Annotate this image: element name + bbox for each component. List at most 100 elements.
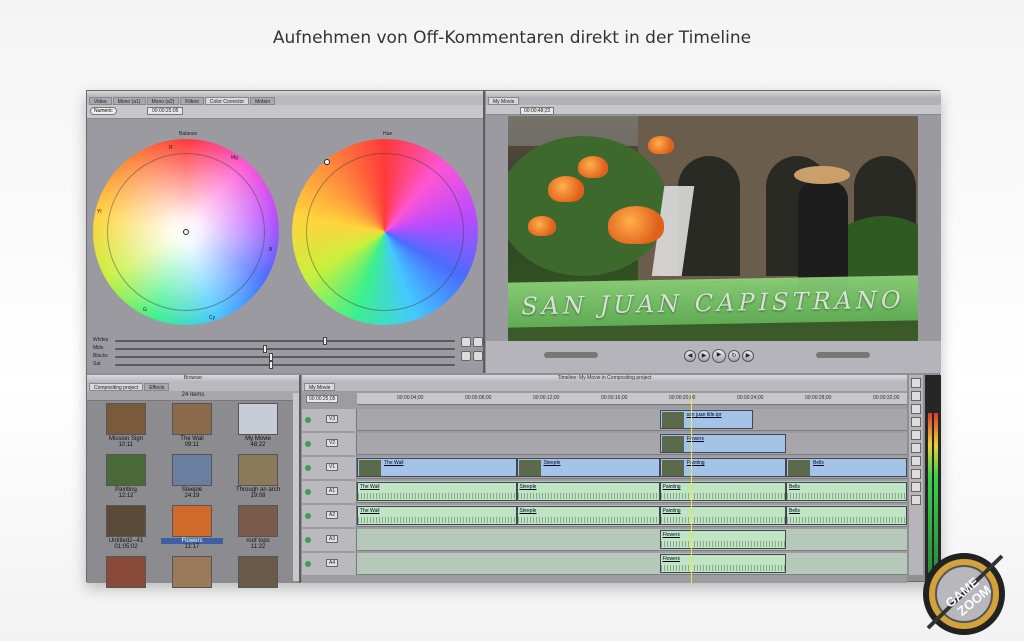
track-visibility-toggle[interactable] bbox=[305, 537, 311, 543]
timecode-field[interactable]: 00:00:25:05 bbox=[147, 107, 184, 115]
browser-clip[interactable]: Mission Sign 10:11 bbox=[95, 403, 157, 448]
browser-clip[interactable]: Flowers 11:17 bbox=[161, 505, 223, 550]
auto-white-button[interactable] bbox=[461, 337, 471, 347]
timeline-clip[interactable]: The Wall bbox=[357, 482, 517, 501]
track-label: A3 bbox=[326, 535, 339, 543]
browser-clip[interactable]: Untitled2--41 01:05:02 bbox=[95, 505, 157, 550]
tab-video[interactable]: Video bbox=[89, 97, 112, 105]
timeline-clip[interactable]: The Wall bbox=[357, 458, 517, 477]
play-icon[interactable]: ▶ bbox=[712, 349, 726, 363]
slider-knob[interactable] bbox=[269, 361, 273, 369]
sun-hat bbox=[794, 166, 850, 184]
timeline-clip[interactable]: Painting bbox=[659, 482, 786, 501]
canvas-timecode[interactable]: 00:00:48;22 bbox=[520, 107, 555, 115]
browser-clip[interactable]: Through an arch 19:08 bbox=[227, 454, 289, 499]
clip-duration: 24:19 bbox=[184, 493, 200, 499]
numeric-mode-button[interactable]: Numeric bbox=[90, 107, 117, 115]
crop-tool-icon[interactable] bbox=[911, 469, 921, 479]
slider-label: Mids bbox=[93, 345, 104, 351]
timeline-clip[interactable]: Flowers bbox=[659, 554, 786, 573]
slider-knob[interactable] bbox=[263, 345, 267, 353]
timeline-clip[interactable]: Bells bbox=[786, 506, 907, 525]
next-edit-icon[interactable]: ▶ bbox=[742, 350, 754, 362]
browser-clip[interactable] bbox=[95, 556, 157, 589]
tab-mono-a1-[interactable]: Mono (a1) bbox=[112, 97, 146, 105]
tab-motion[interactable]: Motion bbox=[250, 97, 276, 105]
zoom-tool-icon[interactable] bbox=[911, 456, 921, 466]
timeline-clip[interactable]: Flowers bbox=[659, 530, 786, 549]
timeline-clip[interactable]: Painting bbox=[659, 458, 786, 477]
slider-track[interactable] bbox=[115, 348, 455, 350]
timeline-clip[interactable]: san juan title.ipr bbox=[659, 410, 753, 429]
track-label: A4 bbox=[326, 559, 339, 567]
timeline-ruler[interactable]: 00:00:04;00 00:00:08;00 00:00:12;00 00:00:1… bbox=[357, 393, 907, 405]
track-visibility-toggle[interactable] bbox=[305, 465, 311, 471]
audio-waveform bbox=[358, 493, 516, 499]
timeline-clip[interactable]: The Wall bbox=[357, 506, 517, 525]
tab-my-movie[interactable]: My Movie bbox=[488, 97, 520, 105]
track-select-tool-icon[interactable] bbox=[911, 404, 921, 414]
hue-color-wheel[interactable] bbox=[292, 139, 478, 325]
browser-clip[interactable]: My Movie 48:22 bbox=[227, 403, 289, 448]
auto-black-button[interactable] bbox=[461, 351, 471, 361]
browser-scrollbar[interactable] bbox=[293, 393, 299, 581]
timeline-clip[interactable]: Painting bbox=[659, 506, 786, 525]
balance-center-handle[interactable] bbox=[183, 229, 189, 235]
browser-clip[interactable] bbox=[161, 556, 223, 589]
slider-knob[interactable] bbox=[323, 337, 327, 345]
tab-browser-compositing-project[interactable]: Compositing project bbox=[89, 383, 144, 391]
edit-select-tool-icon[interactable] bbox=[911, 391, 921, 401]
track-visibility-toggle[interactable] bbox=[305, 489, 311, 495]
track-visibility-toggle[interactable] bbox=[305, 513, 311, 519]
track-label: V3 bbox=[326, 415, 339, 423]
transport-bar: ◀ ▶ ▶ ↻ ▶ bbox=[486, 341, 941, 373]
playhead[interactable] bbox=[691, 393, 692, 583]
shuttle-slider[interactable] bbox=[544, 352, 598, 358]
balance-color-wheel[interactable]: R Mg B Cy G Yl bbox=[93, 139, 279, 325]
timeline-timecode[interactable]: 00:00:25;05 bbox=[306, 395, 339, 403]
slider-label: Sat bbox=[93, 361, 101, 367]
hue-handle[interactable] bbox=[324, 159, 330, 165]
slider-knob[interactable] bbox=[269, 353, 273, 361]
timeline-panel: Timeline: My Movie in Compositing projec… bbox=[302, 375, 907, 583]
selection-tool-icon[interactable] bbox=[911, 378, 921, 388]
pen-tool-icon[interactable] bbox=[911, 482, 921, 492]
timeline-clip[interactable]: Bells bbox=[786, 458, 907, 477]
tab-sequence[interactable]: My Movie bbox=[304, 383, 336, 391]
browser-clip[interactable]: roof tops 11:22 bbox=[227, 505, 289, 550]
hand-tool-icon[interactable] bbox=[911, 495, 921, 505]
timeline-clip[interactable]: Bells bbox=[786, 482, 907, 501]
reset-button[interactable] bbox=[473, 351, 483, 361]
browser-clip[interactable]: Painting 12:12 bbox=[95, 454, 157, 499]
slider-track[interactable] bbox=[115, 364, 455, 366]
slip-tool-icon[interactable] bbox=[911, 430, 921, 440]
auto-contrast-button[interactable] bbox=[473, 337, 483, 347]
timeline-clip[interactable]: Flowers bbox=[659, 434, 786, 453]
browser-clip[interactable]: Steeple 24:19 bbox=[161, 454, 223, 499]
timeline-clip[interactable]: Steeple bbox=[516, 458, 660, 477]
browser-clip[interactable]: The Wall 09:11 bbox=[161, 403, 223, 448]
previous-edit-icon[interactable]: ◀ bbox=[684, 350, 696, 362]
clip-label: Steeple bbox=[519, 508, 537, 514]
timeline-clip[interactable]: Steeple bbox=[516, 482, 660, 501]
play-in-out-icon[interactable]: ▶ bbox=[698, 350, 710, 362]
browser-panel: Browser Compositing project Effects 24 it… bbox=[87, 375, 301, 588]
audio-waveform bbox=[660, 541, 785, 547]
track-visibility-toggle[interactable] bbox=[305, 441, 311, 447]
track-visibility-toggle[interactable] bbox=[305, 417, 311, 423]
track-visibility-toggle[interactable] bbox=[305, 561, 311, 567]
play-around-icon[interactable]: ↻ bbox=[728, 350, 740, 362]
track-v2: V2 Flowers bbox=[302, 433, 907, 455]
tab-browser-effects[interactable]: Effects bbox=[144, 383, 170, 391]
slider-track[interactable] bbox=[115, 356, 455, 358]
timeline-clip[interactable]: Steeple bbox=[516, 506, 660, 525]
razor-tool-icon[interactable] bbox=[911, 443, 921, 453]
roll-tool-icon[interactable] bbox=[911, 417, 921, 427]
audio-waveform bbox=[787, 493, 906, 499]
browser-clip[interactable] bbox=[227, 556, 289, 589]
jog-slider[interactable] bbox=[816, 352, 870, 358]
tab-color-corrector[interactable]: Color Corrector bbox=[204, 97, 250, 105]
tab-mono-a2-[interactable]: Mono (a2) bbox=[146, 97, 180, 105]
slider-track[interactable] bbox=[115, 340, 455, 342]
tab-filters[interactable]: Filters bbox=[180, 97, 204, 105]
